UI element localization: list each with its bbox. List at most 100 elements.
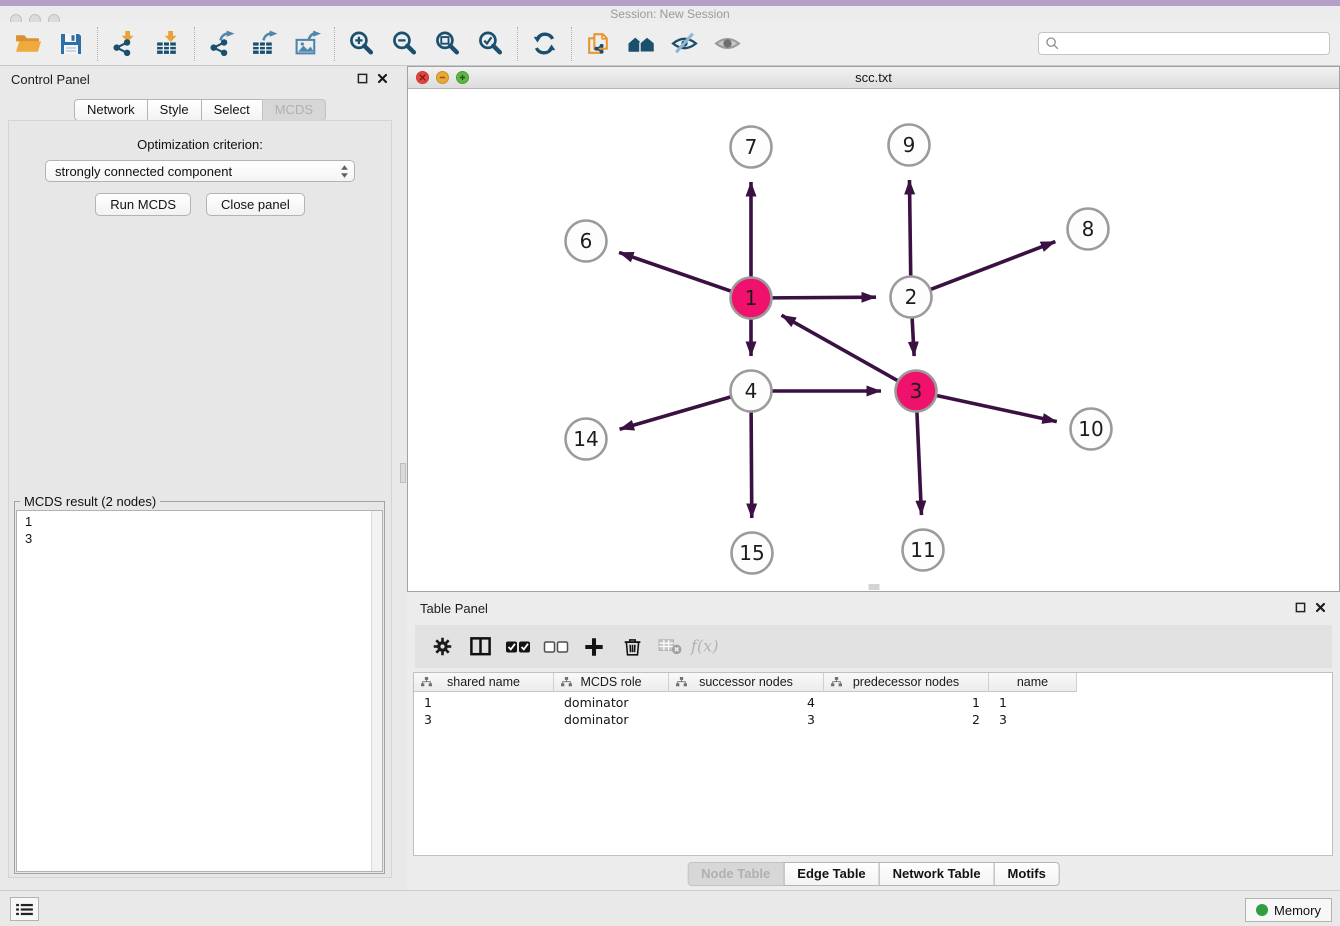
table-row[interactable]: 3dominator323 (414, 712, 1332, 729)
table-cell[interactable]: 3 (669, 712, 824, 729)
table-cell[interactable]: dominator (554, 695, 669, 712)
edge-4-14[interactable] (620, 397, 731, 429)
network-view-window: scc.txt 7 9 6 8 1 2 4 3 14 10 15 11 (407, 66, 1340, 592)
function-icon: f(x) (689, 636, 727, 657)
table-cell[interactable]: 4 (669, 695, 824, 712)
hide-selected-button[interactable] (663, 25, 706, 63)
node-1[interactable]: 1 (731, 278, 772, 319)
show-all-button[interactable] (706, 25, 749, 63)
open-session-button[interactable] (6, 25, 49, 63)
column-label: shared name (447, 675, 520, 689)
delete-table-button[interactable] (655, 630, 685, 664)
node-6[interactable]: 6 (566, 221, 607, 262)
function-button[interactable]: f(x) (693, 630, 723, 664)
criterion-select[interactable]: strongly connected component (45, 160, 355, 182)
export-image-button[interactable] (286, 25, 329, 63)
table-row[interactable]: 1dominator411 (414, 695, 1332, 712)
search-box[interactable] (1038, 32, 1330, 55)
node-2[interactable]: 2 (891, 277, 932, 318)
network-window-titlebar[interactable]: scc.txt (408, 67, 1339, 89)
node-7[interactable]: 7 (731, 127, 772, 168)
close-table-panel-icon[interactable] (1315, 602, 1326, 613)
node-11[interactable]: 11 (903, 530, 944, 571)
split-columns-button[interactable] (465, 630, 495, 664)
close-view-button[interactable] (416, 71, 429, 84)
zoom-fit-button[interactable] (426, 25, 469, 63)
tab-select[interactable]: Select (201, 99, 263, 121)
table-cell[interactable]: 2 (824, 712, 989, 729)
minimize-view-button[interactable] (436, 71, 449, 84)
refresh-layout-button[interactable] (523, 25, 566, 63)
node-4[interactable]: 4 (731, 371, 772, 412)
tab-motifs[interactable]: Motifs (994, 862, 1060, 886)
tab-mcds[interactable]: MCDS (262, 99, 326, 121)
node-15[interactable]: 15 (732, 533, 773, 574)
save-session-button[interactable] (49, 25, 92, 63)
node-10[interactable]: 10 (1071, 409, 1112, 450)
table-cell[interactable]: 1 (824, 695, 989, 712)
tab-network-table[interactable]: Network Table (879, 862, 995, 886)
delete-column-button[interactable] (617, 630, 647, 664)
edge-3-1[interactable] (781, 315, 897, 381)
copy-network-button[interactable] (577, 25, 620, 63)
search-input[interactable] (1064, 33, 1329, 54)
edge-3-11[interactable] (917, 412, 922, 515)
network-canvas[interactable]: 7 9 6 8 1 2 4 3 14 10 15 11 (408, 89, 1339, 591)
memory-button[interactable]: Memory (1245, 898, 1332, 922)
select-all-button[interactable] (503, 630, 533, 664)
edge-1-6[interactable] (619, 252, 731, 291)
mcds-result-text[interactable]: 13 (16, 510, 383, 872)
table-cell[interactable]: 1 (414, 695, 554, 712)
edge-1-2[interactable] (772, 297, 876, 298)
node-table[interactable]: shared name MCDS rolesuccessor nodesprede… (413, 672, 1333, 856)
houses-button[interactable] (620, 25, 663, 63)
close-panel-button[interactable]: Close panel (206, 193, 305, 216)
node-3[interactable]: 3 (896, 371, 937, 412)
float-panel-icon[interactable] (357, 73, 368, 84)
application-window: Session: New Session Control Panel Netwo… (0, 0, 1340, 926)
deselect-all-button[interactable] (541, 630, 571, 664)
edge-2-3[interactable] (912, 318, 914, 356)
splitter-grip[interactable] (400, 463, 406, 483)
criterion-select-value: strongly connected component (55, 164, 232, 179)
column-header-name[interactable]: name (989, 673, 1077, 692)
node-14[interactable]: 14 (566, 419, 607, 460)
node-8[interactable]: 8 (1068, 209, 1109, 250)
zoom-selected-button[interactable] (469, 25, 512, 63)
export-network-button[interactable] (200, 25, 243, 63)
import-network-button[interactable] (103, 25, 146, 63)
panel-splitter[interactable] (400, 66, 407, 890)
column-header-mcds-role[interactable]: MCDS role (554, 673, 669, 692)
task-history-button[interactable] (10, 897, 39, 921)
close-panel-icon[interactable] (377, 73, 388, 84)
column-header-successor-nodes[interactable]: successor nodes (669, 673, 824, 692)
table-cell[interactable]: 3 (414, 712, 554, 729)
column-header-shared-name[interactable]: shared name (414, 673, 554, 692)
table-cell[interactable]: 3 (989, 712, 1077, 729)
copy-network-icon (585, 30, 612, 57)
table-cell[interactable]: 1 (989, 695, 1077, 712)
edge-2-9[interactable] (909, 180, 910, 276)
tab-style[interactable]: Style (147, 99, 202, 121)
table-cell[interactable]: dominator (554, 712, 669, 729)
tab-network[interactable]: Network (74, 99, 148, 121)
tab-edge-table[interactable]: Edge Table (783, 862, 879, 886)
edge-4-15[interactable] (751, 412, 752, 518)
zoom-out-button[interactable] (383, 25, 426, 63)
maximize-view-button[interactable] (456, 71, 469, 84)
edge-2-8[interactable] (931, 242, 1056, 290)
import-table-button[interactable] (146, 25, 189, 63)
column-header-predecessor-nodes[interactable]: predecessor nodes (824, 673, 989, 692)
node-9[interactable]: 9 (889, 125, 930, 166)
canvas-resize-grip[interactable] (868, 584, 879, 590)
run-mcds-button[interactable]: Run MCDS (95, 193, 191, 216)
gear-button[interactable] (427, 630, 457, 664)
svg-text:10: 10 (1078, 417, 1103, 441)
add-column-button[interactable] (579, 630, 609, 664)
float-table-panel-icon[interactable] (1295, 602, 1306, 613)
export-table-button[interactable] (243, 25, 286, 63)
result-scrollbar[interactable] (371, 511, 382, 871)
tab-node-table[interactable]: Node Table (687, 862, 784, 886)
zoom-in-button[interactable] (340, 25, 383, 63)
edge-3-10[interactable] (937, 395, 1057, 421)
